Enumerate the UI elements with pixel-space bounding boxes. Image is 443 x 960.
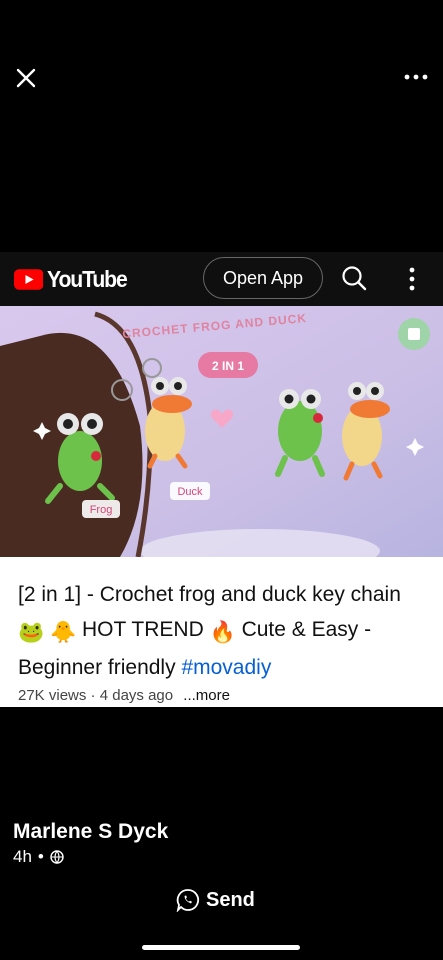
thumbnail-illustration: CROCHET FROG AND DUCK 2 IN 1 Duck Frog bbox=[0, 306, 443, 557]
post-author[interactable]: Marlene S Dyck bbox=[13, 820, 168, 844]
video-thumbnail[interactable]: CROCHET FROG AND DUCK 2 IN 1 Duck Frog bbox=[0, 306, 443, 557]
send-label: Send bbox=[206, 888, 255, 911]
frog-label: Frog bbox=[90, 504, 113, 516]
video-title-part2: HOT TREND bbox=[82, 618, 204, 641]
hashtag-link[interactable]: #movadiy bbox=[181, 656, 271, 679]
close-icon[interactable] bbox=[12, 64, 40, 92]
globe-icon bbox=[50, 850, 64, 864]
view-count: 27K views bbox=[18, 687, 87, 704]
home-indicator[interactable] bbox=[142, 945, 300, 950]
fire-emoji-icon: 🔥 bbox=[209, 621, 236, 644]
upload-age: 4 days ago bbox=[99, 687, 174, 704]
chick-emoji-icon: 🐥 bbox=[50, 621, 77, 644]
kebab-menu-icon[interactable] bbox=[400, 264, 424, 294]
send-button[interactable]: Send bbox=[176, 888, 255, 912]
youtube-header: YouTube Open App bbox=[0, 252, 443, 306]
video-info: [2 in 1] - Crochet frog and duck key cha… bbox=[0, 557, 443, 707]
video-title[interactable]: [2 in 1] - Crochet frog and duck key cha… bbox=[18, 577, 428, 685]
youtube-logo[interactable]: YouTube bbox=[14, 266, 134, 292]
post-time: 4h bbox=[13, 847, 32, 866]
more-options-icon[interactable] bbox=[401, 66, 431, 88]
video-meta: 27K views · 4 days ago ...more bbox=[18, 687, 230, 704]
post-meta-separator: • bbox=[37, 847, 44, 866]
post-meta: 4h • bbox=[13, 847, 64, 867]
more-link[interactable]: ...more bbox=[183, 687, 230, 704]
open-app-button[interactable]: Open App bbox=[203, 257, 323, 299]
video-title-part1: [2 in 1] - Crochet frog and duck key cha… bbox=[18, 583, 401, 606]
badge-2in1: 2 IN 1 bbox=[212, 359, 244, 373]
youtube-logo-text: YouTube bbox=[47, 265, 128, 292]
duck-label: Duck bbox=[177, 486, 203, 498]
youtube-play-icon bbox=[14, 268, 44, 290]
whatsapp-icon bbox=[176, 889, 200, 912]
search-icon[interactable] bbox=[340, 264, 368, 292]
meta-separator: · bbox=[90, 687, 100, 704]
frog-emoji-icon: 🐸 bbox=[18, 621, 45, 644]
